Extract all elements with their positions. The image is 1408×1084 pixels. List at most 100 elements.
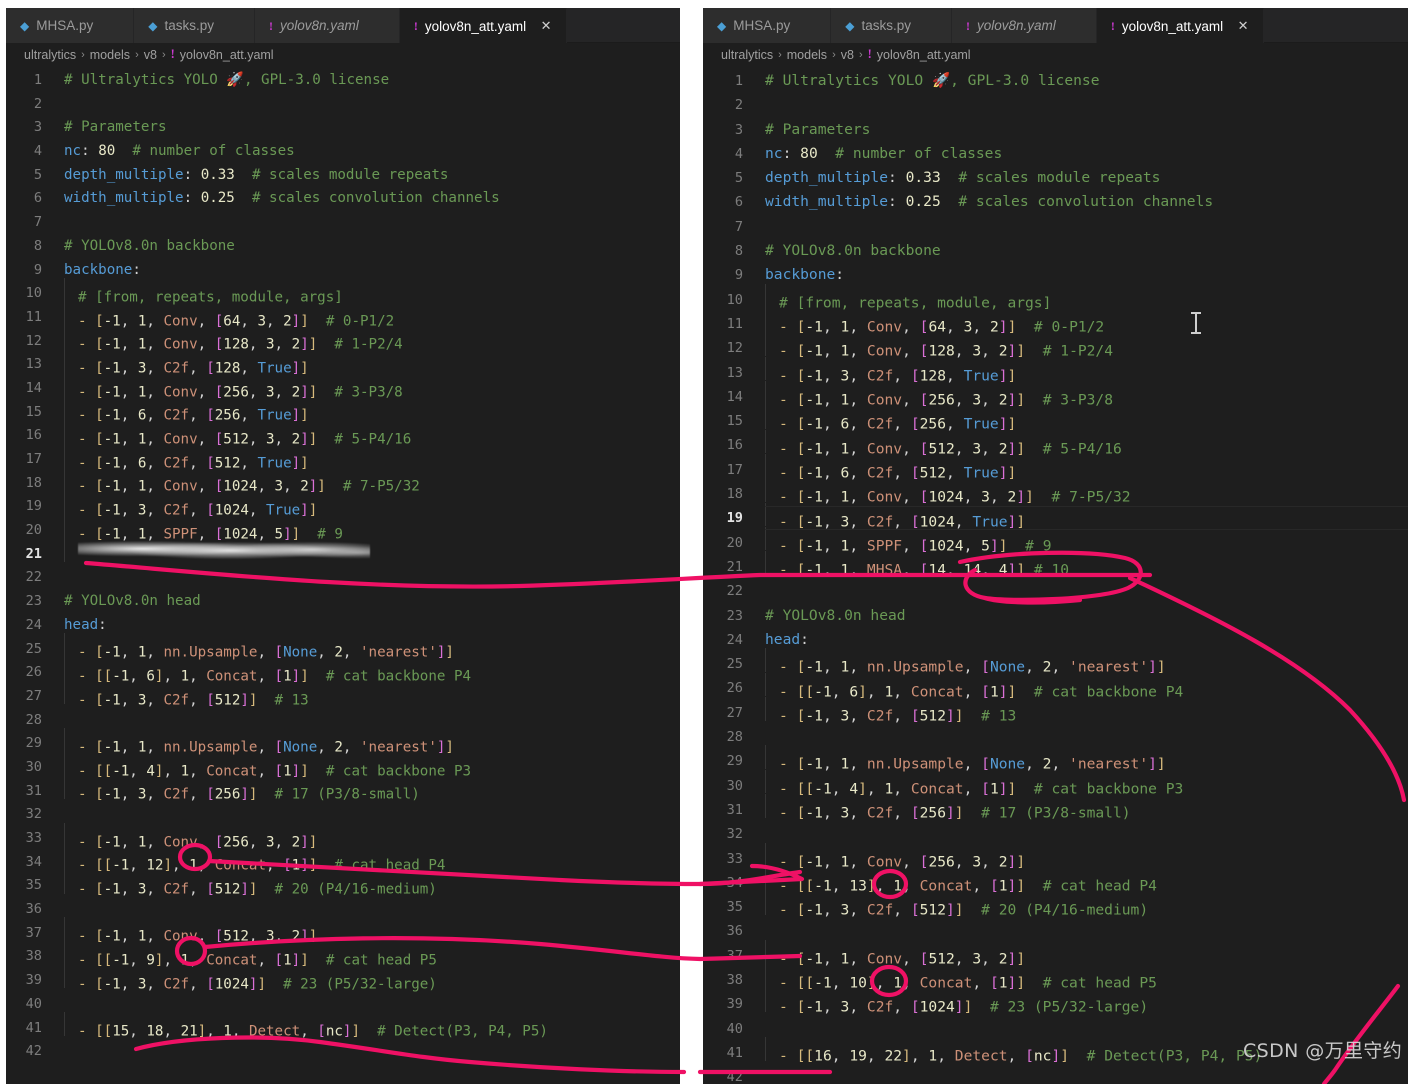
code-line[interactable]: 2 <box>6 93 680 117</box>
tab-yolov8n-yaml-left[interactable]: !yolov8n.yaml✕ <box>255 8 400 43</box>
code-line[interactable]: 31- [-1, 3, C2f, [256]] # 17 (P3/8-small… <box>703 794 1408 822</box>
token-p: , <box>946 561 964 579</box>
line-number: 41 <box>726 1044 743 1061</box>
code-line[interactable]: 22 <box>6 566 680 590</box>
tab-label: MHSA.py <box>36 18 94 33</box>
indent-guide <box>64 822 65 847</box>
code-line[interactable]: 5 depth_multiple: 0.33 # scales module re… <box>6 164 680 188</box>
token-p: , <box>189 786 207 803</box>
code-line[interactable]: 2 <box>703 93 1408 117</box>
code-line[interactable]: 5 depth_multiple: 0.33 # scales module re… <box>703 166 1408 190</box>
breadcrumb-part[interactable]: models <box>90 48 130 62</box>
tab-mhsa-py-left[interactable]: ◆MHSA.py✕ <box>6 8 135 43</box>
indent-guide <box>64 917 65 942</box>
line-number: 37 <box>726 947 743 964</box>
code-line[interactable]: 6 width_multiple: 0.25 # scales convoluti… <box>6 187 680 211</box>
breadcrumb-part[interactable]: v8 <box>841 48 854 62</box>
token-b1: ] <box>954 804 964 822</box>
code-line[interactable]: 31- [-1, 3, C2f, [256]] # 17 (P3/8-small… <box>6 775 680 804</box>
code-line[interactable]: 6 width_multiple: 0.25 # scales convoluti… <box>703 190 1408 214</box>
code-line[interactable]: 4 nc: 80 # number of classes <box>6 140 680 164</box>
token-c: # 13 <box>257 692 309 709</box>
vertical-scrollbar-left[interactable] <box>670 66 680 1084</box>
breadcrumb-file[interactable]: yolov8n_att.yaml <box>877 48 971 62</box>
token-b1: ] <box>197 1023 207 1040</box>
close-icon[interactable]: ✕ <box>1236 18 1250 34</box>
token-b1: [ <box>95 881 104 898</box>
line-number: 28 <box>726 729 743 746</box>
code-line[interactable]: 21 <box>6 538 680 567</box>
code-line[interactable]: 3 # Parameters <box>6 116 680 140</box>
token-b2: ] <box>240 692 249 709</box>
code-line[interactable]: 35- [-1, 3, C2f, [512]] # 20 (P4/16-medi… <box>6 870 680 898</box>
code-line[interactable]: 42 <box>703 1065 1408 1084</box>
token-d: - <box>78 1023 96 1040</box>
line-number: 33 <box>25 830 42 846</box>
token-b2: [ <box>206 692 215 709</box>
code-editor-left[interactable]: 1 # Ultralytics YOLO 🚀, GPL-3.0 license 2 3… <box>6 66 680 1064</box>
indent-guide <box>765 405 766 429</box>
token-c: # 23 (P5/32-large) <box>266 976 437 993</box>
token-n: 512 <box>214 881 241 898</box>
code-line[interactable]: 1 # Ultralytics YOLO 🚀, GPL-3.0 license <box>703 69 1408 93</box>
token-p: : <box>782 144 801 162</box>
code-line[interactable]: 41- [[15, 18, 21], 1, Detect, [nc]] # De… <box>6 1012 680 1041</box>
tab-tasks-py-left[interactable]: ◆tasks.py✕ <box>134 8 256 43</box>
code-line[interactable]: 41 - [[16, 19, 22], 1, Detect, [nc]] # De… <box>703 1037 1408 1065</box>
line-number: 22 <box>726 583 743 600</box>
token-n: 0.33 <box>200 166 235 183</box>
code-line[interactable]: 39- [-1, 3, C2f, [1024]] # 23 (P5/32-lar… <box>6 964 680 993</box>
code-line[interactable]: 7 <box>6 211 680 235</box>
token-m: Detect <box>954 1047 1008 1065</box>
tab-yolov8n-yaml-right[interactable]: !yolov8n.yaml✕ <box>952 8 1097 43</box>
line-number: 17 <box>726 461 743 478</box>
token-p: , <box>866 1047 885 1065</box>
code-line[interactable]: 22 <box>703 579 1408 603</box>
token-c: # YOLOv8.0n head <box>64 593 201 610</box>
breadcrumb-part[interactable]: ultralytics <box>24 48 76 62</box>
token-d: - <box>779 804 797 822</box>
token-c: # YOLOv8.0n head <box>765 606 906 624</box>
breadcrumb-part[interactable]: models <box>787 48 827 62</box>
line-number: 5 <box>33 166 42 183</box>
token-p: , <box>146 692 164 709</box>
code-line[interactable]: 27- [-1, 3, C2f, [512]] # 13 <box>703 696 1408 725</box>
code-line[interactable]: 42 <box>6 1040 680 1064</box>
indent-guide <box>64 396 65 420</box>
code-line[interactable]: 3 # Parameters <box>703 118 1408 142</box>
token-n: 1 <box>840 561 850 579</box>
token-emoji: 🚀 <box>226 72 244 88</box>
tab-tasks-py-right[interactable]: ◆tasks.py✕ <box>831 8 953 43</box>
code-editor-right[interactable]: 1 # Ultralytics YOLO 🚀, GPL-3.0 license 2 3… <box>703 66 1408 1084</box>
code-line[interactable]: 23 # YOLOv8.0n head <box>703 604 1408 628</box>
breadcrumb-file[interactable]: yolov8n_att.yaml <box>180 48 274 62</box>
code-line[interactable]: 7 <box>703 215 1408 239</box>
tab-mhsa-py-right[interactable]: ◆MHSA.py✕ <box>703 8 832 43</box>
code-line[interactable]: 39- [-1, 3, C2f, [1024]] # 23 (P5/32-lar… <box>703 988 1408 1017</box>
code-line[interactable]: 21- [-1, 1, MHSA, [14, 14, 4]] # 10 <box>703 551 1408 579</box>
close-icon[interactable]: ✕ <box>539 18 553 34</box>
code-line[interactable]: 1 # Ultralytics YOLO 🚀, GPL-3.0 license <box>6 69 680 93</box>
code-line[interactable]: 4 nc: 80 # number of classes <box>703 142 1408 166</box>
tab-yolov8n-att-yaml-right[interactable]: ! yolov8n_att.yaml ✕ <box>1096 8 1265 43</box>
indent-guide <box>765 672 766 697</box>
tab-yolov8n-att-yaml-left[interactable]: ! yolov8n_att.yaml ✕ <box>399 8 568 43</box>
code-line[interactable]: 8 # YOLOv8.0n backbone <box>703 239 1408 263</box>
code-line[interactable]: 8 # YOLOv8.0n backbone <box>6 235 680 259</box>
code-line[interactable]: 23 # YOLOv8.0n head <box>6 590 680 614</box>
breadcrumb-part[interactable]: ultralytics <box>721 48 773 62</box>
tab-label: yolov8n_att.yaml <box>424 18 527 34</box>
code-line-content: # Parameters <box>64 116 680 140</box>
indent-guide <box>64 941 65 965</box>
code-line[interactable]: 27- [-1, 3, C2f, [512]] # 13 <box>6 680 680 709</box>
line-number: 16 <box>25 427 42 444</box>
code-line[interactable]: 35- [-1, 3, C2f, [512]] # 20 (P4/16-medi… <box>703 891 1408 919</box>
line-number: 29 <box>726 753 743 770</box>
breadcrumb-part[interactable]: v8 <box>144 48 157 62</box>
line-number: 33 <box>726 850 743 867</box>
token-n: nc <box>325 1023 343 1040</box>
vertical-scrollbar-right[interactable] <box>1398 66 1408 1084</box>
token-n: -1 <box>805 999 823 1017</box>
chevron-right-icon: › <box>161 48 166 61</box>
tab-label: MHSA.py <box>733 18 791 33</box>
